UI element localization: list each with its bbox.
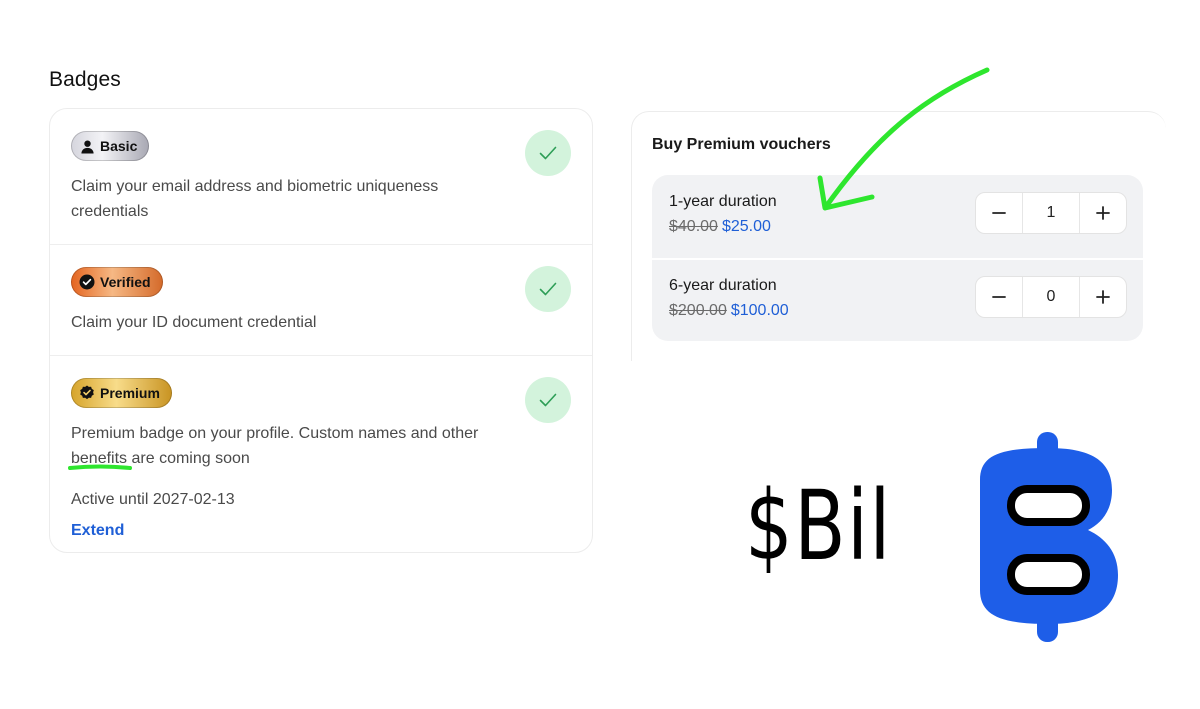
ticker-text: $Bil — [745, 470, 892, 582]
green-underline — [68, 464, 132, 470]
blue-b-coin-icon — [980, 432, 1118, 642]
annotation-layer — [68, 67, 1118, 642]
green-arrow-icon — [817, 67, 990, 211]
